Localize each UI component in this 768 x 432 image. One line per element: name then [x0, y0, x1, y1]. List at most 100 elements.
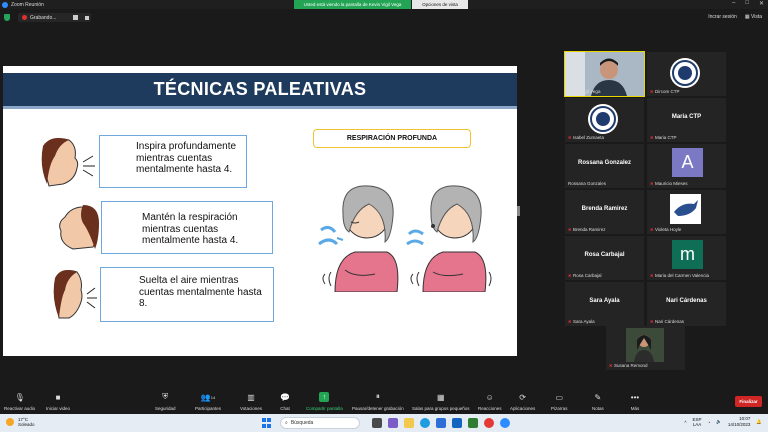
view-label: Vista — [750, 14, 762, 20]
minimize-button[interactable]: – — [732, 0, 735, 7]
mic-muted-icon: ✖ — [650, 318, 654, 324]
more-button[interactable]: ••• Más — [630, 392, 640, 412]
taskbar-search[interactable]: ⌕ Búsqueda — [280, 417, 360, 429]
mic-muted-icon: ✖ — [650, 226, 654, 232]
share-screen-button[interactable]: ↑ Compartir pantalla — [306, 392, 343, 411]
start-button[interactable] — [262, 418, 272, 428]
inhale-head-icon — [41, 138, 95, 187]
maximize-button[interactable]: □ — [745, 0, 749, 7]
windows-taskbar: 17°C Soleado ⌕ Búsqueda ^ ESP LAA ◔ 🔈 10… — [0, 414, 768, 432]
participant-tile[interactable]: Maria CTP ✖ Maria CTP — [647, 98, 726, 142]
participant-avatar: m — [672, 240, 703, 269]
exit-fullscreen-button[interactable]: Incrar sesión — [708, 14, 737, 20]
edge-icon[interactable] — [420, 418, 430, 428]
pause-recording-icon[interactable] — [73, 15, 79, 20]
unmute-button[interactable]: 🎙 Reactivar audio — [4, 392, 35, 412]
notes-button[interactable]: ✎ Notas — [592, 392, 604, 412]
polls-button[interactable]: ▥ Votaciones — [240, 392, 262, 412]
mic-muted-icon: ✖ — [650, 88, 654, 94]
mic-muted-icon: ✖ — [650, 180, 654, 186]
participant-tile[interactable]: Nari Cárdenas ✖ Nari Cárdenas — [647, 282, 726, 326]
participant-tile[interactable]: ✖ Isabel Zumaeta — [565, 98, 644, 142]
participant-name: ✖ Maria del Carmen Valencia — [650, 272, 709, 278]
task-view-icon[interactable] — [372, 418, 382, 428]
language-indicator[interactable]: ESP LAA — [693, 417, 702, 427]
apps-icon: ⟳ — [519, 392, 526, 402]
window-controls: – □ ✕ — [732, 0, 764, 7]
security-button[interactable]: ⛨ Seguridad — [155, 392, 176, 411]
participant-tile[interactable]: Rosa Carbajal ✖ Rosa Carbajal — [565, 236, 644, 280]
pause-stop-recording-button[interactable]: ⏸ Pausar/detener grabación — [352, 392, 404, 411]
store-icon[interactable] — [436, 418, 446, 428]
chat-button[interactable]: 💬 Chat — [280, 392, 290, 412]
share-banner: Usted está viendo la pantalla de Kevin V… — [294, 0, 411, 9]
reactions-button[interactable]: ☺ Reacciones — [478, 392, 502, 412]
participant-name: ✖ Rosa Carbajal — [568, 272, 602, 278]
weather-widget[interactable]: 17°C Soleado — [6, 417, 35, 427]
title-strip — [3, 106, 517, 109]
view-button[interactable]: ▦ Vista — [745, 14, 762, 20]
participant-tile[interactable]: Sara Ayala ✖ Sara Ayala — [565, 282, 644, 326]
slide-title-bar: TÉCNICAS PALEATIVAS — [3, 73, 517, 109]
notification-icon[interactable]: 🔔 — [756, 419, 762, 425]
participant-display-name: Rossana Gonzalez — [577, 160, 631, 166]
breakout-rooms-button[interactable]: ▦ Salas para grupos pequeños — [412, 392, 470, 412]
shared-screen-slide: TÉCNICAS PALEATIVAS Inspira profundament… — [3, 66, 517, 356]
participant-name: ✖ Violeta Hoyle — [650, 226, 682, 232]
recording-indicator: Grabando... — [18, 13, 91, 22]
participant-tile[interactable]: ✖ Violeta Hoyle — [647, 190, 726, 234]
step-box-inhale: Inspira profundamente mientras cuentas m… — [99, 135, 247, 188]
participant-tile[interactable]: ✖ Dircom CTP — [647, 52, 726, 96]
excel-icon[interactable] — [468, 418, 478, 428]
volume-icon[interactable]: 🔈 — [716, 419, 722, 425]
close-button[interactable]: ✕ — [759, 0, 764, 7]
mic-muted-icon: ✖ — [568, 318, 572, 324]
apps-button[interactable]: ⟳ Aplicaciones — [510, 392, 535, 412]
stop-recording-icon[interactable] — [85, 15, 90, 20]
teams-icon[interactable] — [388, 418, 398, 428]
word-icon[interactable] — [452, 418, 462, 428]
notes-icon: ✎ — [594, 392, 602, 402]
window-title: Zoom Reunión — [11, 1, 44, 8]
step-box-hold: Mantén la respiración mientras cuentas m… — [101, 201, 273, 254]
meeting-toolbar: 🎙 Reactivar audio ■ Iniciar video ⛨ Segu… — [0, 390, 768, 414]
record-dot-icon — [22, 15, 27, 20]
record-icon: ⏸ — [375, 392, 380, 401]
participant-tile[interactable]: ✖ Susana Remond — [606, 326, 685, 370]
participant-tile[interactable]: A ✖ Mauricio Mieses — [647, 144, 726, 188]
participant-tile[interactable]: Rossana Gonzalez Rossana Gonzales — [565, 144, 644, 188]
encryption-shield-icon[interactable] — [4, 14, 10, 21]
start-video-button[interactable]: ■ Iniciar video — [46, 392, 70, 412]
file-explorer-icon[interactable] — [404, 418, 414, 428]
mic-muted-icon: ✖ — [650, 134, 654, 140]
view-options-button[interactable]: Opciones de vista — [412, 0, 468, 9]
wifi-icon[interactable]: ◔ — [708, 420, 711, 425]
share-icon: ↑ — [319, 392, 330, 402]
split-resize-handle[interactable] — [517, 206, 520, 216]
exhale-head-icon — [53, 270, 97, 319]
hold-head-icon — [59, 205, 99, 250]
participant-tile[interactable]: Kevin Vigil Vega — [564, 51, 645, 97]
participants-button[interactable]: 👥 14 Participantes — [195, 392, 221, 412]
mic-muted-icon: ✖ — [568, 272, 572, 278]
participant-name: ✖ Dircom CTP — [650, 88, 680, 94]
participant-name: Kevin Vigil Vega — [568, 89, 601, 94]
tray-chevron-icon[interactable]: ^ — [684, 420, 686, 425]
whiteboard-icon: ▭ — [555, 392, 564, 402]
whiteboards-button[interactable]: ▭ Pizarras — [551, 392, 568, 412]
bird-avatar-icon — [670, 194, 701, 224]
participant-display-name: Rosa Carbajal — [584, 252, 625, 258]
participant-name: ✖ Brenda Ramirez — [568, 226, 606, 232]
step-text-hold: Mantén la respiración mientras cuentas m… — [142, 212, 239, 246]
zoom-app-icon[interactable] — [500, 418, 510, 428]
seal-logo-icon — [670, 58, 700, 88]
participant-display-name: Maria CTP — [671, 114, 702, 120]
clock[interactable]: 10:07 14/10/2023 — [728, 416, 751, 428]
participant-tile[interactable]: Brenda Ramirez ✖ Brenda Ramirez — [565, 190, 644, 234]
reactions-icon: ☺ — [485, 392, 494, 402]
recording-label: Grabando... — [30, 14, 57, 21]
breathing-illustration — [318, 185, 492, 292]
participant-tile[interactable]: m ✖ Maria del Carmen Valencia — [647, 236, 726, 280]
end-meeting-button[interactable]: Finalizar — [735, 396, 762, 407]
chrome-icon[interactable] — [484, 418, 494, 428]
